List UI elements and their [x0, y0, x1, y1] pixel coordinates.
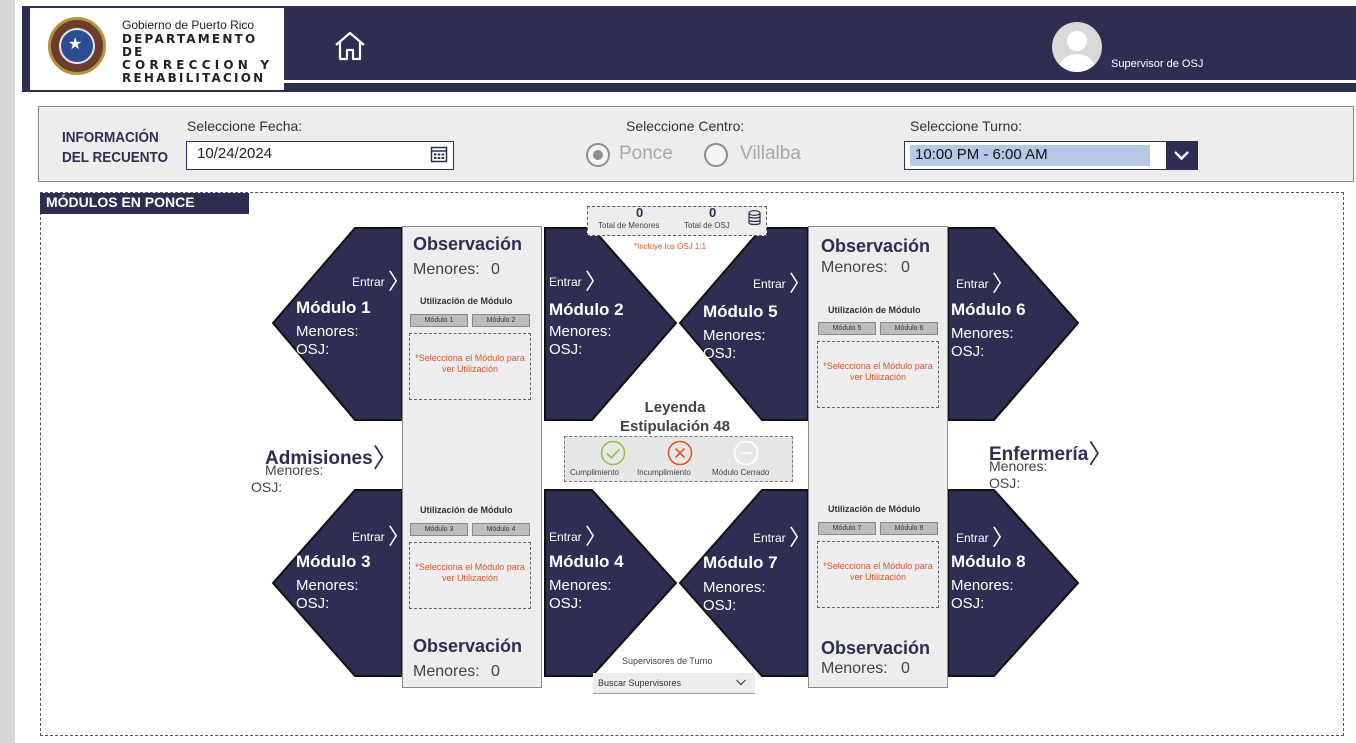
- module-1-enter-button[interactable]: Entrar 〉: [352, 264, 410, 296]
- chevron-right-icon: 〉: [992, 525, 1015, 550]
- enfermeria-menores: Menores:: [989, 458, 1048, 474]
- module-6-shape: [947, 227, 1080, 421]
- enfermeria-osj: OSJ:: [989, 475, 1021, 491]
- module-7-title: Módulo 7: [703, 553, 778, 572]
- total-osj-label: Total de OSJ: [684, 221, 730, 230]
- chevron-right-icon: 〉: [372, 443, 399, 473]
- module-7-menores: Menores:: [703, 579, 766, 596]
- observation-menores-value: 0: [491, 663, 500, 680]
- module-4-osj: OSJ:: [549, 595, 583, 612]
- module-8-title: Módulo 8: [951, 552, 1026, 571]
- check-circle-icon: [600, 440, 626, 471]
- totals-box: 0 Total de Menores 0 Total de OSJ: [587, 205, 767, 236]
- utilization-title: Utilización de Módulo: [828, 305, 921, 315]
- module-5-title: Módulo 5: [703, 302, 778, 321]
- utilization-title: Utilización de Módulo: [420, 296, 513, 306]
- module-2-enter-button[interactable]: Entrar 〉: [549, 264, 607, 296]
- module-2-osj: OSJ:: [549, 341, 583, 358]
- legend-box: Cumplimiento Incumplimiento Módulo Cerra…: [564, 436, 793, 482]
- module-6-enter-button[interactable]: Entrar 〉: [956, 266, 1014, 298]
- util-module-5-button[interactable]: Módulo 5: [818, 322, 876, 335]
- util-module-1-button[interactable]: Módulo 1: [410, 314, 468, 327]
- module-8-osj: OSJ:: [951, 595, 985, 612]
- total-osj-value: 0: [709, 205, 717, 220]
- observation-title[interactable]: Observación: [413, 636, 522, 657]
- module-5-osj: OSJ:: [703, 345, 737, 362]
- observation-column-right: [808, 226, 948, 688]
- util-module-6-button[interactable]: Módulo 6: [880, 322, 938, 335]
- total-menores-value: 0: [636, 205, 644, 220]
- module-7-osj: OSJ:: [703, 597, 737, 614]
- utilization-placeholder: *Selecciona el Módulo para ver Utilizaci…: [817, 541, 939, 608]
- module-3-title: Módulo 3: [296, 552, 371, 571]
- module-3-enter-button[interactable]: Entrar 〉: [352, 519, 410, 551]
- observation-title[interactable]: Observación: [413, 234, 522, 255]
- util-module-4-button[interactable]: Módulo 4: [472, 523, 530, 536]
- chevron-right-icon: 〉: [388, 269, 411, 294]
- module-4-title: Módulo 4: [549, 552, 624, 571]
- supervisors-label: Supervisores de Turno: [622, 656, 713, 666]
- observation-title[interactable]: Observación: [821, 638, 930, 659]
- module-8-menores: Menores:: [951, 577, 1014, 594]
- module-3-menores: Menores:: [296, 577, 359, 594]
- observation-menores-value: 0: [901, 660, 910, 677]
- legend-title: Leyenda Estipulación 48: [619, 399, 731, 435]
- chevron-right-icon: 〉: [789, 525, 812, 550]
- chevron-right-icon: 〉: [789, 271, 812, 296]
- observation-menores-label: Menores:: [821, 660, 888, 677]
- module-5-enter-button[interactable]: Entrar 〉: [753, 266, 811, 298]
- util-module-3-button[interactable]: Módulo 3: [410, 523, 468, 536]
- total-menores-label: Total de Menores: [598, 221, 660, 230]
- module-6-menores: Menores:: [951, 325, 1014, 342]
- chevron-right-icon: 〉: [1088, 439, 1115, 469]
- module-2-title: Módulo 2: [549, 300, 624, 319]
- module-1-osj: OSJ:: [296, 341, 330, 358]
- legend-incumplimiento: Incumplimiento: [637, 468, 691, 477]
- database-icon[interactable]: [748, 210, 761, 231]
- observation-menores-label: Menores:: [413, 663, 480, 680]
- modules-shapes: [271, 227, 1080, 677]
- legend-cerrado: Módulo Cerrado: [712, 468, 770, 477]
- utilization-title: Utilización de Módulo: [420, 505, 513, 515]
- module-1-title: Módulo 1: [296, 298, 371, 317]
- chevron-right-icon: 〉: [992, 271, 1015, 296]
- util-module-7-button[interactable]: Módulo 7: [818, 522, 876, 535]
- chevron-right-icon: 〉: [585, 524, 608, 549]
- observation-title[interactable]: Observación: [821, 236, 930, 257]
- supervisors-placeholder: Buscar Supervisores: [598, 678, 682, 688]
- admisiones-menores: Menores:: [265, 462, 324, 478]
- utilization-placeholder: *Selecciona el Módulo para ver Utilizaci…: [409, 333, 531, 400]
- module-4-enter-button[interactable]: Entrar 〉: [549, 519, 607, 551]
- module-8-enter-button[interactable]: Entrar 〉: [956, 520, 1014, 552]
- legend-cumplimiento: Cumplimiento: [570, 468, 619, 477]
- module-2-menores: Menores:: [549, 323, 612, 340]
- module-5-menores: Menores:: [703, 327, 766, 344]
- chevron-right-icon: 〉: [388, 524, 411, 549]
- module-4-menores: Menores:: [549, 577, 612, 594]
- util-module-8-button[interactable]: Módulo 8: [880, 522, 938, 535]
- utilization-placeholder: *Selecciona el Módulo para ver Utilizaci…: [409, 542, 531, 609]
- minus-circle-icon: [733, 440, 759, 471]
- module-1-menores: Menores:: [296, 323, 359, 340]
- x-circle-icon: [667, 440, 693, 471]
- observation-menores-value: 0: [901, 259, 910, 276]
- observation-menores-label: Menores:: [413, 261, 480, 278]
- totals-note: *Incluye los OSJ 1:1: [634, 242, 707, 251]
- utilization-title: Utilización de Módulo: [828, 504, 921, 514]
- supervisors-dropdown[interactable]: Buscar Supervisores: [593, 673, 755, 694]
- module-6-title: Módulo 6: [951, 300, 1026, 319]
- admisiones-osj: OSJ:: [251, 479, 283, 495]
- module-5-shape: [678, 227, 809, 421]
- observation-menores-value: 0: [491, 261, 500, 278]
- chevron-right-icon: 〉: [585, 269, 608, 294]
- module-7-enter-button[interactable]: Entrar 〉: [753, 520, 811, 552]
- module-6-osj: OSJ:: [951, 343, 985, 360]
- observation-menores-label: Menores:: [821, 259, 888, 276]
- utilization-placeholder: *Selecciona el Módulo para ver Utilizaci…: [817, 341, 939, 408]
- chevron-down-icon[interactable]: [735, 676, 747, 690]
- module-3-osj: OSJ:: [296, 595, 330, 612]
- util-module-2-button[interactable]: Módulo 2: [472, 314, 530, 327]
